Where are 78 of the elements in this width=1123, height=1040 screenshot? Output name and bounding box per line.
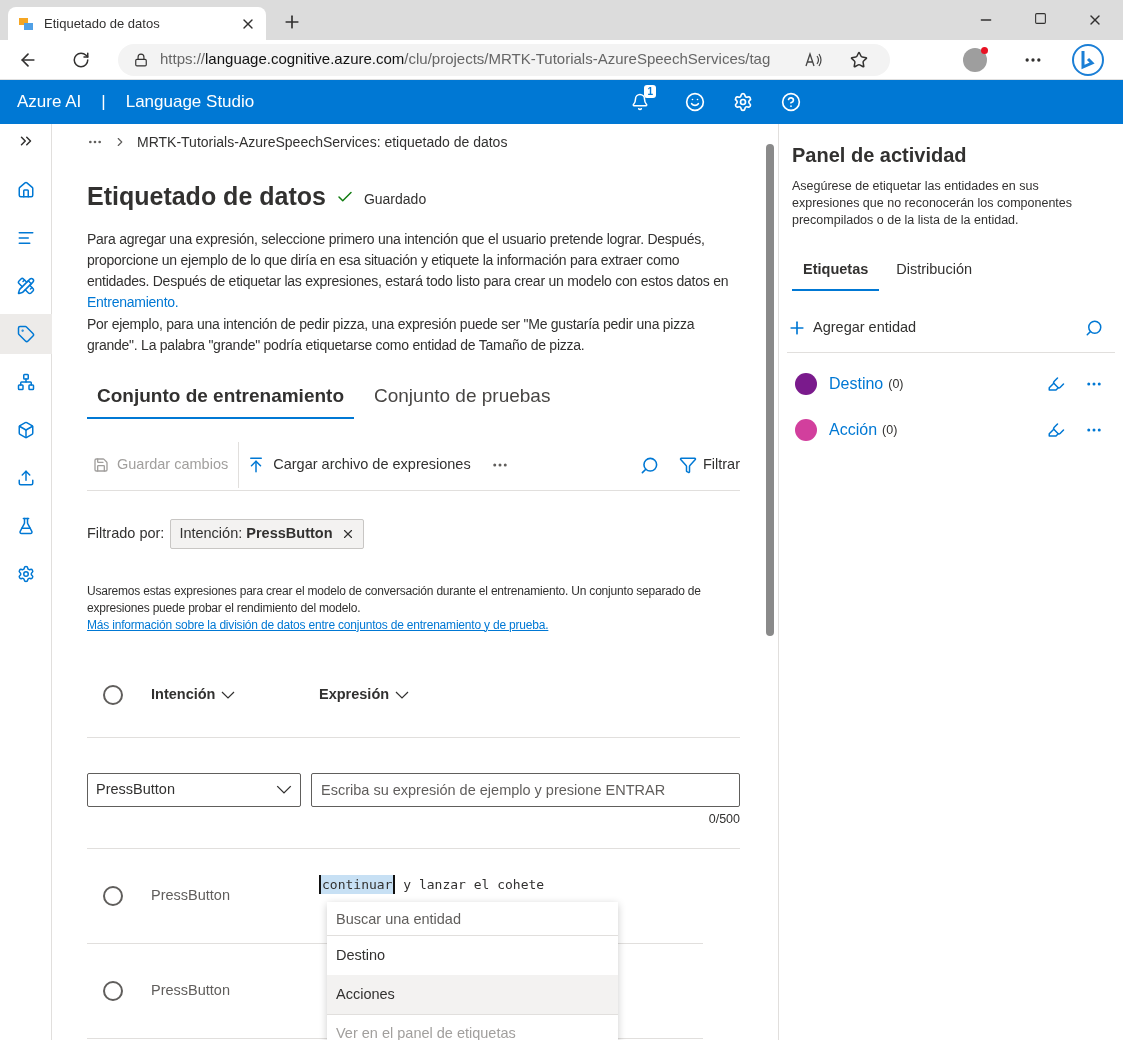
entity-count: (0) <box>888 375 904 393</box>
save-icon <box>93 457 109 473</box>
help-icon[interactable] <box>781 92 801 112</box>
tab[interactable]: Etiquetas <box>792 251 880 291</box>
cube-icon <box>16 421 35 439</box>
avatar-icon[interactable] <box>963 47 987 72</box>
notification-count: 1 <box>644 85 656 98</box>
utterance-text: y lanzar el cohete <box>402 875 545 894</box>
column-header[interactable]: Intención <box>151 684 319 706</box>
row-radio[interactable] <box>103 886 123 907</box>
header-separator: | <box>101 91 106 114</box>
panel-description: Asegúrese de etiquetar las entidades en sus expresiones que no reconocerán los componentes precompilados o de la lista de la entidad. <box>792 178 1074 229</box>
table-cell-text: PressButton <box>151 981 231 1001</box>
entity-count: (0) <box>882 421 898 439</box>
settings-icon <box>16 565 35 583</box>
lock-icon <box>134 52 148 67</box>
menu-item[interactable]: Acciones <box>327 975 618 1015</box>
column-header[interactable]: Expresión <box>319 684 410 706</box>
network-icon <box>16 373 35 391</box>
filter-chip[interactable]: Intención: PressButton <box>170 518 364 549</box>
intro-paragraph: Para agregar una expresión, seleccione primero una intención que el usuario pretende lograr. Después, proporcione un ejemplo de lo que diría en esa situación y etiquete la información para extraer como entidades. Después de etiquetar las expresiones, estará todo listo para crear un modelo con estos datos en Entrenamiento. <box>87 229 730 312</box>
example-paragraph: Por ejemplo, para una intención de pedir pizza, una expresión puede ser "Me gustaría pedir una pizza grande". La palabra "grande" podría etiquetarse como entidad de Tamaño de pizza. <box>87 314 696 355</box>
chevron-icon <box>221 691 236 699</box>
scrollbar-thumb[interactable] <box>766 144 774 636</box>
character-counter: 0/500 <box>707 810 740 828</box>
info-paragraph: Usaremos estas expresiones para crear el modelo de conversación durante el entrenamiento. Un conjunto separado de expresiones puede probar el rendimiento del modelo. Más información sobre la división de datos entre conjuntos de entrenamiento y de prueba. <box>87 582 702 634</box>
address-field[interactable]: https://language.cognitive.azure.com/clu/projects/MRTK-Tutorials-AzureSpeechServices/tag <box>118 43 890 76</box>
tag-icon <box>16 325 35 343</box>
menu-item[interactable]: Destino <box>327 936 618 976</box>
add-entity-button[interactable]: Agregar entidad <box>787 316 917 339</box>
entity-search-field[interactable]: Buscar una entidad <box>327 902 618 937</box>
entity-name[interactable]: Destino <box>829 372 884 396</box>
favorite-icon[interactable] <box>850 50 868 69</box>
entity-name[interactable]: Acción <box>829 418 878 442</box>
panel-title: Panel de actividad <box>792 143 968 168</box>
highlighter-icon[interactable] <box>1047 375 1065 393</box>
copilot-logo-icon[interactable] <box>1071 42 1105 77</box>
search-icon[interactable] <box>639 455 659 475</box>
flask-icon <box>16 517 35 535</box>
tab[interactable]: Distribución <box>885 251 983 291</box>
select-all-radio[interactable] <box>103 685 123 705</box>
row-radio[interactable] <box>103 981 123 1002</box>
browser-tab[interactable]: Etiquetado de datos <box>8 7 266 40</box>
upload-icon <box>16 469 35 487</box>
chevron-icon <box>276 785 292 794</box>
tab-title: Etiquetado de datos <box>44 14 161 33</box>
tab[interactable]: Conjunto de pruebas <box>364 376 561 419</box>
highlighter-icon[interactable] <box>1047 421 1065 439</box>
expression-field[interactable]: Escriba su expresión de ejemplo y presione ENTRAR <box>311 772 740 807</box>
breadcrumb[interactable]: MRTK-Tutorials-AzureSpeechServices: etiquetado de datos <box>137 131 508 153</box>
training-link[interactable]: Entrenamiento. <box>87 293 179 310</box>
read-aloud-icon[interactable] <box>804 51 824 68</box>
filter-button[interactable]: Filtrar <box>678 454 740 476</box>
nav-item[interactable] <box>0 314 52 354</box>
text-lines-icon <box>16 229 35 247</box>
pencil-ruler-icon <box>16 277 35 295</box>
refresh-icon[interactable] <box>72 50 90 69</box>
home-icon <box>16 181 35 199</box>
upload-button[interactable]: Cargar archivo de expresiones <box>238 442 481 488</box>
filter-label: Filtrado por: <box>87 523 165 543</box>
tab[interactable]: Conjunto de entrenamiento <box>87 376 354 419</box>
table-cell-text: PressButton <box>151 886 231 906</box>
notifications-icon[interactable] <box>631 93 649 111</box>
settings-icon[interactable] <box>733 92 753 112</box>
saved-status: Guardado <box>363 190 427 210</box>
filter-icon <box>678 456 697 474</box>
selected-token[interactable]: continuar <box>319 874 396 894</box>
page-title: Etiquetado de datos <box>87 181 326 212</box>
product-name: Language Studio <box>125 91 255 114</box>
chevron-icon <box>395 691 410 699</box>
brand-name: Azure AI <box>17 91 82 114</box>
learn-more-link[interactable]: Más información sobre la división de datos entre conjuntos de entrenamiento y de prueba. <box>87 617 549 632</box>
feedback-icon[interactable] <box>685 92 705 112</box>
app-icon <box>18 15 34 32</box>
intent-dropdown[interactable]: PressButton <box>87 772 301 807</box>
search-icon[interactable] <box>1085 318 1103 337</box>
maximize-icon[interactable] <box>1034 12 1047 25</box>
url-text: https://language.cognitive.azure.com/clu/projects/MRTK-Tutorials-AzureSpeechServices/tag <box>160 49 771 70</box>
